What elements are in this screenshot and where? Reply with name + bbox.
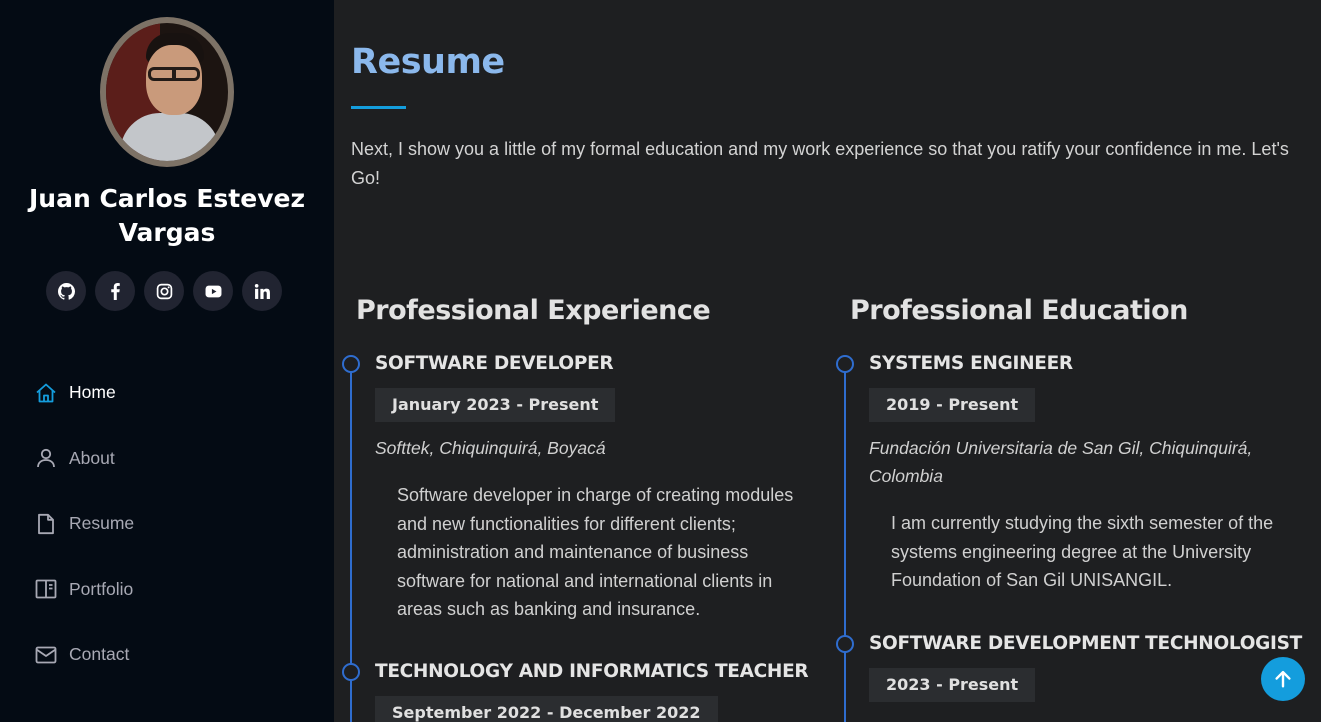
instagram-link[interactable] xyxy=(144,271,184,311)
experience-heading: Professional Experience xyxy=(356,295,711,326)
education-description: I am currently studying the sixth semest… xyxy=(891,513,1274,590)
file-icon xyxy=(34,512,58,536)
timeline-dot xyxy=(836,355,854,373)
book-icon xyxy=(34,577,58,601)
resume-section: Resume Next, I show you a little of my f… xyxy=(334,0,1321,722)
envelope-icon xyxy=(34,643,58,667)
linkedin-link[interactable] xyxy=(242,271,282,311)
person-icon xyxy=(34,446,58,470)
nav-item-home[interactable]: Home xyxy=(34,360,134,426)
section-title: Resume xyxy=(351,42,505,82)
nav-item-resume[interactable]: Resume xyxy=(34,491,134,557)
sidebar: Juan Carlos Estevez Vargas Home About Re… xyxy=(0,0,334,722)
education-date: 2023 - Present xyxy=(869,668,1036,702)
nav-item-contact[interactable]: Contact xyxy=(34,622,134,688)
timeline-dot xyxy=(836,635,854,653)
arrow-up-icon xyxy=(1275,670,1291,688)
facebook-icon xyxy=(110,282,120,300)
nav-label-resume: Resume xyxy=(69,513,135,533)
profile-name-line2: Vargas xyxy=(118,218,216,247)
profile-avatar xyxy=(100,17,234,167)
nav-label-portfolio: Portfolio xyxy=(69,578,134,599)
experience-description: Software developer in charge of creating… xyxy=(397,485,794,619)
facebook-link[interactable] xyxy=(95,271,135,311)
profile-name: Juan Carlos Estevez Vargas xyxy=(0,182,334,250)
profile-name-line1: Juan Carlos Estevez xyxy=(28,184,305,213)
youtube-link[interactable] xyxy=(193,271,233,311)
nav-label-contact: Contact xyxy=(69,644,130,664)
education-heading: Professional Education xyxy=(850,295,1188,326)
nav-label-about: About xyxy=(69,447,115,468)
experience-place: Softtek, Chiquinquirá, Boyacá xyxy=(375,438,606,458)
nav-item-portfolio[interactable]: Portfolio xyxy=(34,556,134,622)
title-underline xyxy=(351,106,406,109)
timeline-dot xyxy=(342,355,360,373)
nav-label-home: Home xyxy=(69,382,116,402)
github-link[interactable] xyxy=(46,271,86,311)
resume-intro: Next, I show you a little of my formal e… xyxy=(351,139,1289,188)
back-to-top-button[interactable] xyxy=(1261,657,1305,701)
experience-date: September 2022 - December 2022 xyxy=(375,696,718,722)
education-title: SYSTEMS ENGINEER xyxy=(869,353,1073,374)
timeline-dot xyxy=(342,663,360,681)
instagram-icon xyxy=(156,283,172,299)
linkedin-icon xyxy=(254,283,270,299)
education-timeline xyxy=(844,364,846,722)
main-nav: Home About Resume Portfolio Contact xyxy=(34,360,134,688)
experience-date: January 2023 - Present xyxy=(375,388,616,422)
nav-item-about[interactable]: About xyxy=(34,425,134,491)
experience-title: TECHNOLOGY AND INFORMATICS TEACHER xyxy=(375,661,809,682)
education-date: 2019 - Present xyxy=(869,388,1036,422)
experience-title: SOFTWARE DEVELOPER xyxy=(375,353,614,374)
education-place: Fundación Universitaria de San Gil, Chiq… xyxy=(869,438,1253,486)
github-icon xyxy=(57,282,75,300)
social-links xyxy=(46,271,282,311)
youtube-icon xyxy=(205,285,221,297)
education-title: SOFTWARE DEVELOPMENT TECHNOLOGIST xyxy=(869,633,1302,654)
home-icon xyxy=(34,381,58,405)
